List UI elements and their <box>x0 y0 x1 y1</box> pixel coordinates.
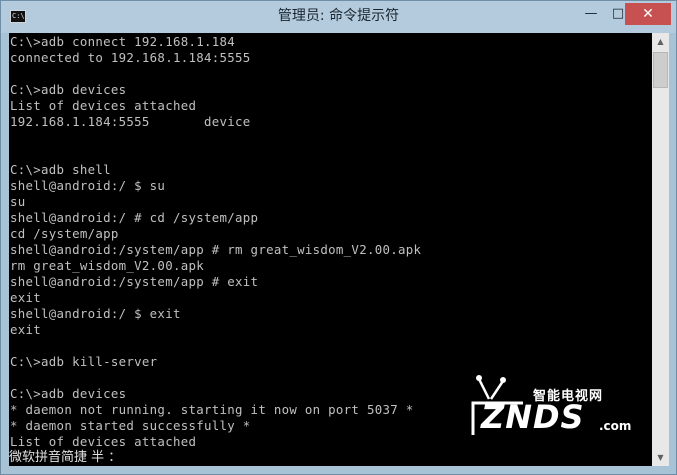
console-line: exit <box>10 322 42 337</box>
watermark-brand: ZNDS <box>481 398 585 436</box>
console-line: connected to 192.168.1.184:5555 <box>10 50 251 65</box>
console-line: C:\>adb connect 192.168.1.184 <box>10 34 236 49</box>
watermark-domain-suffix: .com <box>599 419 632 433</box>
console-line: C:\>adb kill-server <box>10 354 158 369</box>
console-line: exit <box>10 290 42 305</box>
console-line: cd /system/app <box>10 226 119 241</box>
console-line: shell@android:/ $ exit <box>10 306 181 321</box>
console-line: shell@android:/system/app # exit <box>10 274 259 289</box>
vertical-scrollbar[interactable]: ▲ ▼ <box>652 33 669 466</box>
console-line: rm great_wisdom_V2.00.apk <box>10 258 204 273</box>
console-line: C:\>adb devices <box>10 386 127 401</box>
minimize-button[interactable]: — <box>577 3 605 25</box>
console-line: List of devices attached <box>10 98 197 113</box>
console-line: * daemon not running. starting it now on… <box>10 402 414 417</box>
console-line: C:\>adb devices <box>10 82 127 97</box>
chevron-down-icon[interactable]: ▼ <box>652 449 669 466</box>
console-line: C:\>adb shell <box>10 162 111 177</box>
command-prompt-window: C:\ 管理员: 命令提示符 — □ ✕ C:\>adb connect 192… <box>0 0 677 475</box>
console-line: List of devices attached <box>10 434 197 449</box>
console-line: * daemon started successfully * <box>10 418 251 433</box>
console-line: shell@android:/system/app # rm great_wis… <box>10 242 422 257</box>
window-title: 管理员: 命令提示符 <box>277 8 400 24</box>
console-line: shell@android:/ # cd /system/app <box>10 210 259 225</box>
scrollbar-thumb[interactable] <box>653 52 668 88</box>
ime-status-bar: 微软拼音简捷 半 ： <box>9 450 122 465</box>
console-lines: C:\>adb connect 192.168.1.184 connected t… <box>10 34 421 450</box>
console-line: 192.168.1.184:5555 device <box>10 114 251 129</box>
znds-watermark: 智能电视网 ZNDS .com <box>463 369 635 441</box>
chevron-up-icon[interactable]: ▲ <box>652 33 669 50</box>
title-bar[interactable]: C:\ 管理员: 命令提示符 — □ ✕ <box>1 1 676 33</box>
close-button[interactable]: ✕ <box>625 3 671 25</box>
console-line: shell@android:/ $ su <box>10 178 166 193</box>
console-line: su <box>10 194 26 209</box>
